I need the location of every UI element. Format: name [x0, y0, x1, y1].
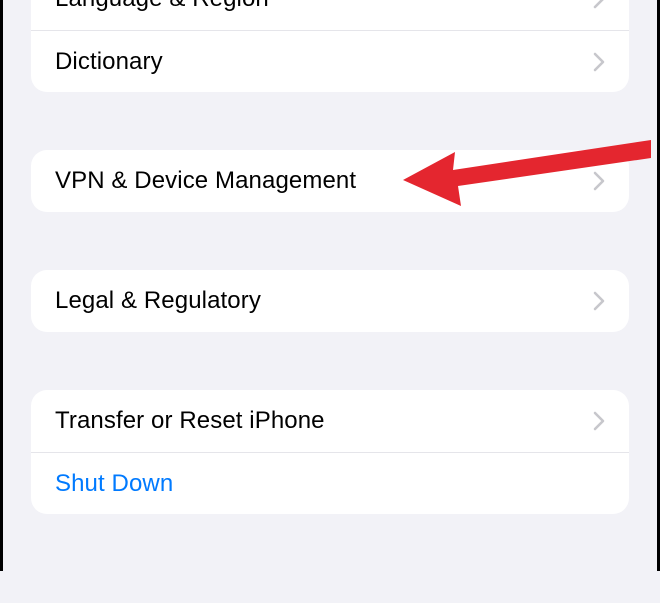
row-shut-down[interactable]: Shut Down: [31, 452, 629, 514]
chevron-right-icon: [593, 0, 605, 9]
row-legal-regulatory[interactable]: Legal & Regulatory: [31, 270, 629, 332]
chevron-right-icon: [593, 291, 605, 311]
row-label: Legal & Regulatory: [55, 287, 261, 315]
row-transfer-reset[interactable]: Transfer or Reset iPhone: [31, 390, 629, 452]
row-label: VPN & Device Management: [55, 167, 356, 195]
chevron-right-icon: [593, 52, 605, 72]
settings-scroll: Language & Region Dictionary VPN & Devic…: [3, 0, 657, 514]
chevron-right-icon: [593, 171, 605, 191]
row-label: Language & Region: [55, 0, 269, 13]
chevron-right-icon: [593, 411, 605, 431]
row-label: Shut Down: [55, 470, 173, 498]
settings-group-legal: Legal & Regulatory: [31, 270, 629, 332]
settings-group-vpn: VPN & Device Management: [31, 150, 629, 212]
row-language-region[interactable]: Language & Region: [31, 0, 629, 30]
row-label: Transfer or Reset iPhone: [55, 407, 325, 435]
row-vpn-device-management[interactable]: VPN & Device Management: [31, 150, 629, 212]
row-label: Dictionary: [55, 48, 163, 76]
row-dictionary[interactable]: Dictionary: [31, 30, 629, 92]
settings-group-reset: Transfer or Reset iPhone Shut Down: [31, 390, 629, 514]
settings-group-general-top: Language & Region Dictionary: [31, 0, 629, 92]
